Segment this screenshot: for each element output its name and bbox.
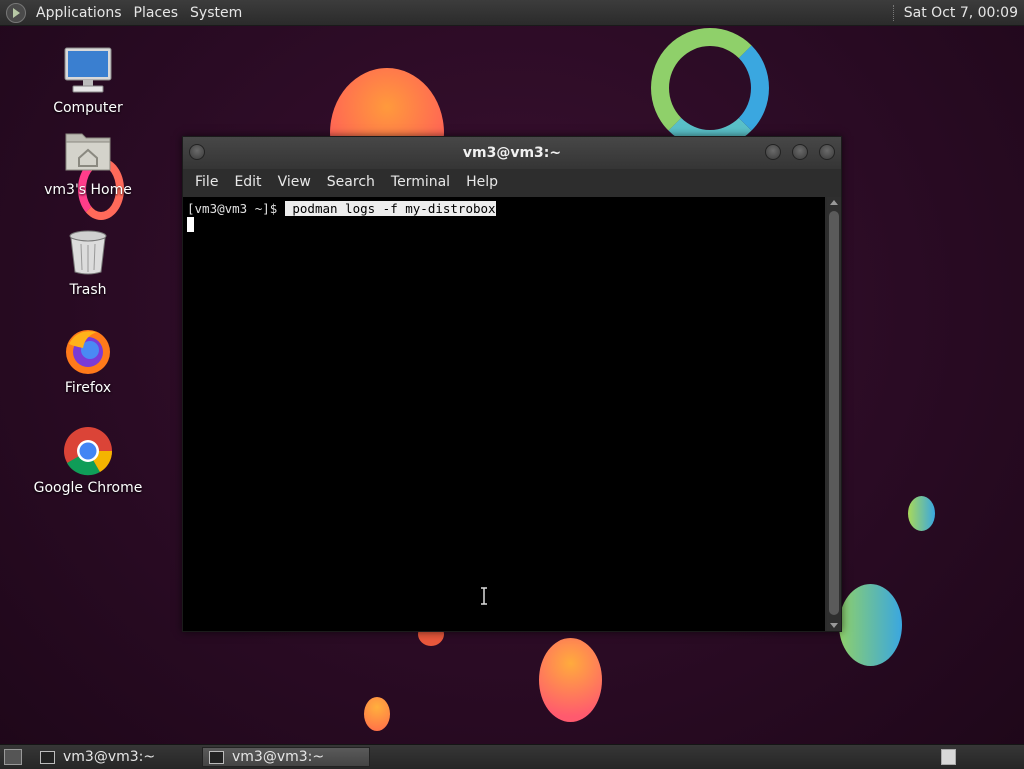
text-cursor: [187, 217, 194, 232]
taskbar-item[interactable]: vm3@vm3:~: [34, 747, 200, 767]
desktop-icon-label: Firefox: [64, 380, 112, 396]
desktop-icon-label: Trash: [69, 282, 107, 298]
desktop-icon-computer[interactable]: Computer: [33, 46, 143, 116]
places-menu[interactable]: Places: [128, 5, 185, 21]
scrollbar-thumb[interactable]: [829, 211, 839, 615]
applications-menu[interactable]: Applications: [30, 5, 128, 21]
terminal-prompt: [vm3@vm3 ~]$: [187, 201, 285, 216]
scroll-down-icon[interactable]: [830, 623, 838, 628]
clock[interactable]: Sat Oct 7, 00:09: [904, 5, 1018, 21]
system-logo-icon[interactable]: [6, 2, 26, 23]
close-button[interactable]: [819, 144, 835, 160]
taskbar-item-label: vm3@vm3:~: [232, 749, 325, 765]
menu-edit[interactable]: Edit: [226, 174, 269, 190]
maximize-button[interactable]: [792, 144, 808, 160]
wallpaper-green-blue-circle: [839, 584, 902, 666]
desktop-icon-trash[interactable]: Trash: [33, 228, 143, 298]
terminal-menubar: File Edit View Search Terminal Help: [183, 169, 841, 195]
trash-icon: [63, 228, 113, 278]
wallpaper-small-orange-circle: [364, 697, 390, 731]
panel-separator: [892, 4, 896, 21]
minimize-button[interactable]: [765, 144, 781, 160]
window-titlebar[interactable]: vm3@vm3:~: [183, 137, 841, 169]
terminal-icon: [209, 750, 224, 764]
ibeam-cursor-icon: [481, 587, 487, 605]
desktop-icon-firefox[interactable]: Firefox: [33, 326, 143, 396]
wallpaper-green-ring: [651, 28, 769, 148]
firefox-icon: [63, 326, 113, 376]
menu-search[interactable]: Search: [319, 174, 383, 190]
desktop-icon-label: Google Chrome: [33, 480, 143, 496]
menu-view[interactable]: View: [270, 174, 319, 190]
selected-command[interactable]: podman logs -f my-distrobox: [284, 201, 496, 216]
terminal-output[interactable]: [vm3@vm3 ~]$ podman logs -f my-distrobox: [183, 197, 825, 631]
window-title: vm3@vm3:~: [462, 145, 562, 161]
chrome-icon: [63, 426, 113, 476]
desktop-icon-chrome[interactable]: Google Chrome: [33, 426, 143, 496]
system-menu[interactable]: System: [184, 5, 248, 21]
terminal-icon: [40, 750, 55, 764]
workspace-switcher[interactable]: [941, 749, 956, 765]
window-menu-button[interactable]: [189, 144, 205, 160]
wallpaper-small-green-circle: [908, 496, 935, 531]
terminal-scrollbar[interactable]: [827, 197, 841, 631]
top-panel: Applications Places System Sat Oct 7, 00…: [0, 0, 1024, 26]
desktop-icon-label: vm3's Home: [44, 182, 132, 198]
terminal-window[interactable]: vm3@vm3:~ File Edit View Search Terminal…: [182, 136, 842, 632]
menu-help[interactable]: Help: [458, 174, 506, 190]
desktop-icon-home[interactable]: vm3's Home: [33, 128, 143, 198]
menu-terminal[interactable]: Terminal: [383, 174, 458, 190]
show-desktop-icon[interactable]: [4, 749, 22, 765]
wallpaper-bottom-orange-circle: [539, 638, 602, 722]
computer-icon: [63, 46, 113, 96]
taskbar-item-label: vm3@vm3:~: [63, 749, 156, 765]
desktop-icon-label: Computer: [53, 100, 123, 116]
scroll-up-icon[interactable]: [830, 200, 838, 205]
home-folder-icon: [63, 128, 113, 178]
menu-file[interactable]: File: [187, 174, 226, 190]
bottom-panel: vm3@vm3:~ vm3@vm3:~: [0, 744, 1024, 769]
taskbar-item-active[interactable]: vm3@vm3:~: [202, 747, 370, 767]
terminal-line: [vm3@vm3 ~]$ podman logs -f my-distrobox: [187, 201, 496, 216]
